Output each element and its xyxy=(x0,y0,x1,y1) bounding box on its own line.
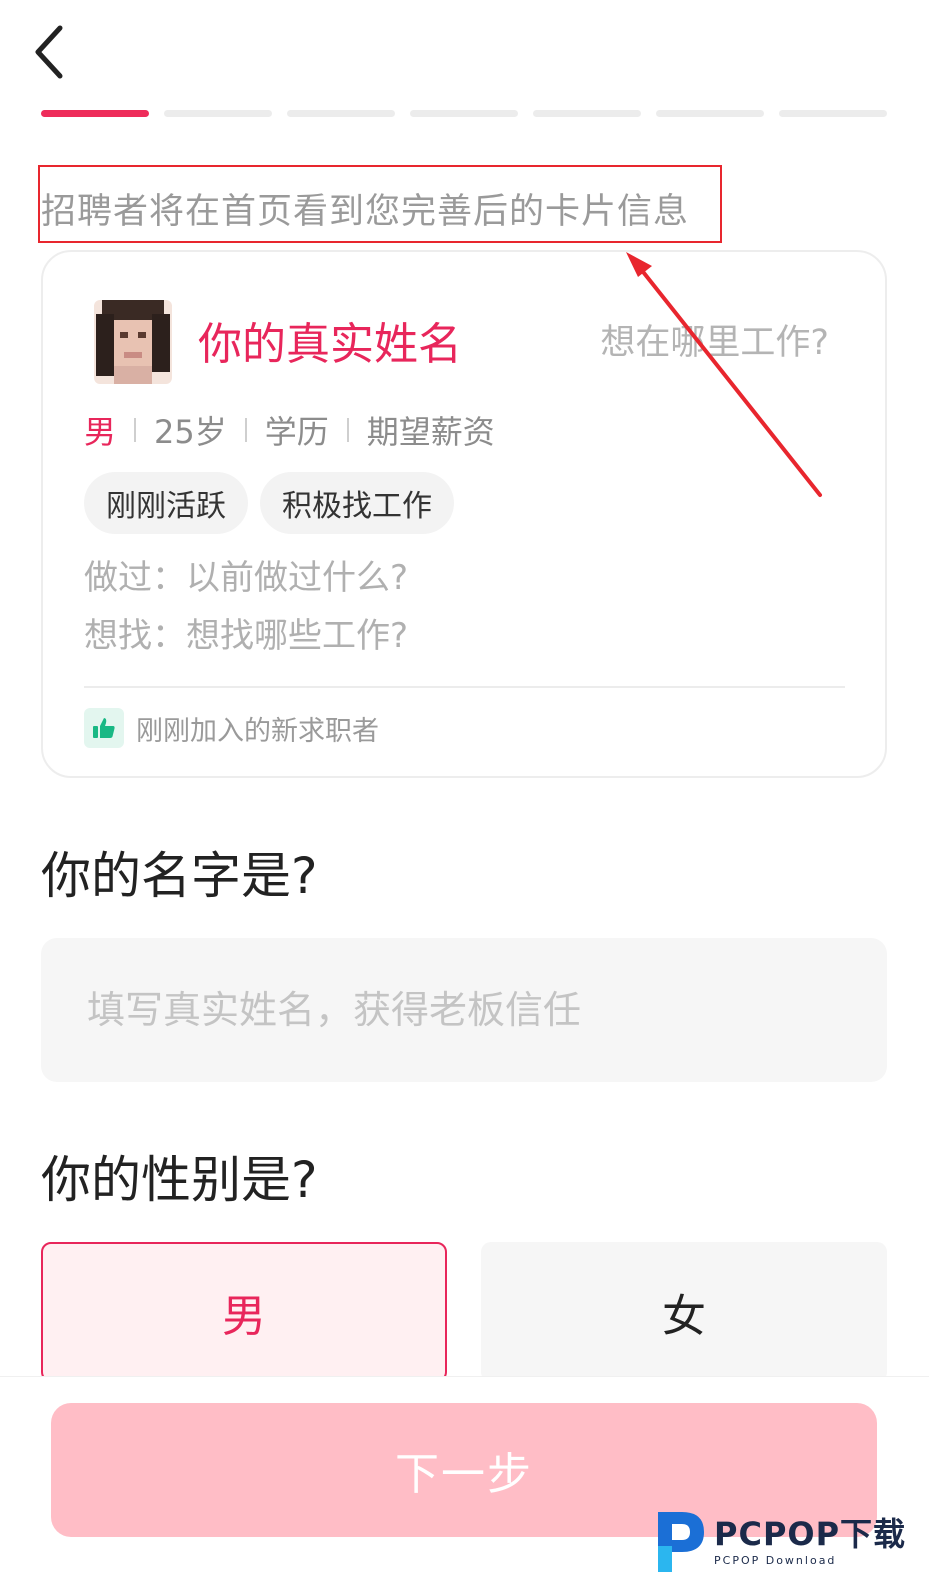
gender-male-button[interactable]: 男 xyxy=(41,1242,447,1382)
watermark-subtitle: PCPOP Download xyxy=(714,1553,837,1567)
name-input[interactable] xyxy=(41,938,887,1082)
name-question: 你的名字是? xyxy=(41,847,318,905)
gender-question: 你的性别是? xyxy=(41,1151,318,1209)
pcpop-logo-icon xyxy=(658,1512,704,1572)
watermark-title: PCPOP下载 xyxy=(714,1514,907,1553)
gender-female-button[interactable]: 女 xyxy=(481,1242,887,1382)
watermark: PCPOP下载 PCPOP Download xyxy=(648,1506,906,1578)
